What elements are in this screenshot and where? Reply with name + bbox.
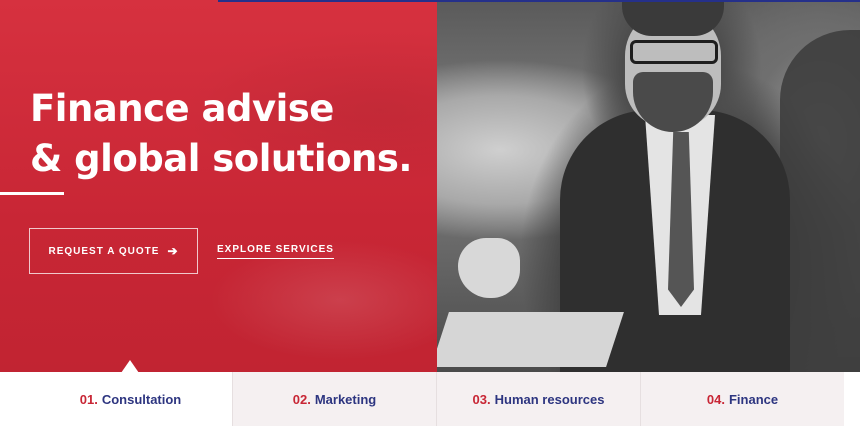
photo-glasses — [630, 40, 718, 64]
photo-hair — [622, 0, 724, 36]
arrow-right-icon: ➔ — [167, 244, 179, 258]
request-quote-button[interactable]: REQUEST A QUOTE ➔ — [29, 228, 198, 274]
tab-label: Consultation — [101, 391, 182, 407]
top-accent-bar — [218, 0, 860, 2]
photo-hand — [458, 238, 520, 298]
tab-number: 03. — [472, 391, 491, 407]
headline-line-2: & global solutions. — [30, 137, 412, 180]
hero-section: Finance advise & global solutions. REQUE… — [0, 0, 860, 372]
services-tab-bar: 01. Consultation 02. Marketing 03. Human… — [29, 372, 844, 426]
tab-label: Marketing — [314, 391, 377, 407]
tab-label: Finance — [728, 391, 779, 407]
tab-finance[interactable]: 04. Finance — [641, 372, 844, 426]
photo-document — [431, 312, 624, 367]
tab-human-resources[interactable]: 03. Human resources — [437, 372, 641, 426]
tab-number: 02. — [292, 391, 311, 407]
hero-red-overlay — [0, 0, 437, 372]
hero-headline: Finance advise & global solutions. — [30, 84, 430, 184]
tab-consultation[interactable]: 01. Consultation — [29, 372, 233, 426]
request-quote-label: REQUEST A QUOTE — [48, 245, 160, 257]
explore-services-link[interactable]: EXPLORE SERVICES — [217, 244, 334, 259]
tab-number: 04. — [706, 391, 725, 407]
photo-second-person — [780, 30, 860, 372]
tab-label: Human resources — [494, 391, 605, 407]
tab-marketing[interactable]: 02. Marketing — [233, 372, 437, 426]
headline-divider — [0, 192, 64, 195]
headline-line-1: Finance advise — [30, 87, 334, 130]
tab-number: 01. — [79, 391, 98, 407]
